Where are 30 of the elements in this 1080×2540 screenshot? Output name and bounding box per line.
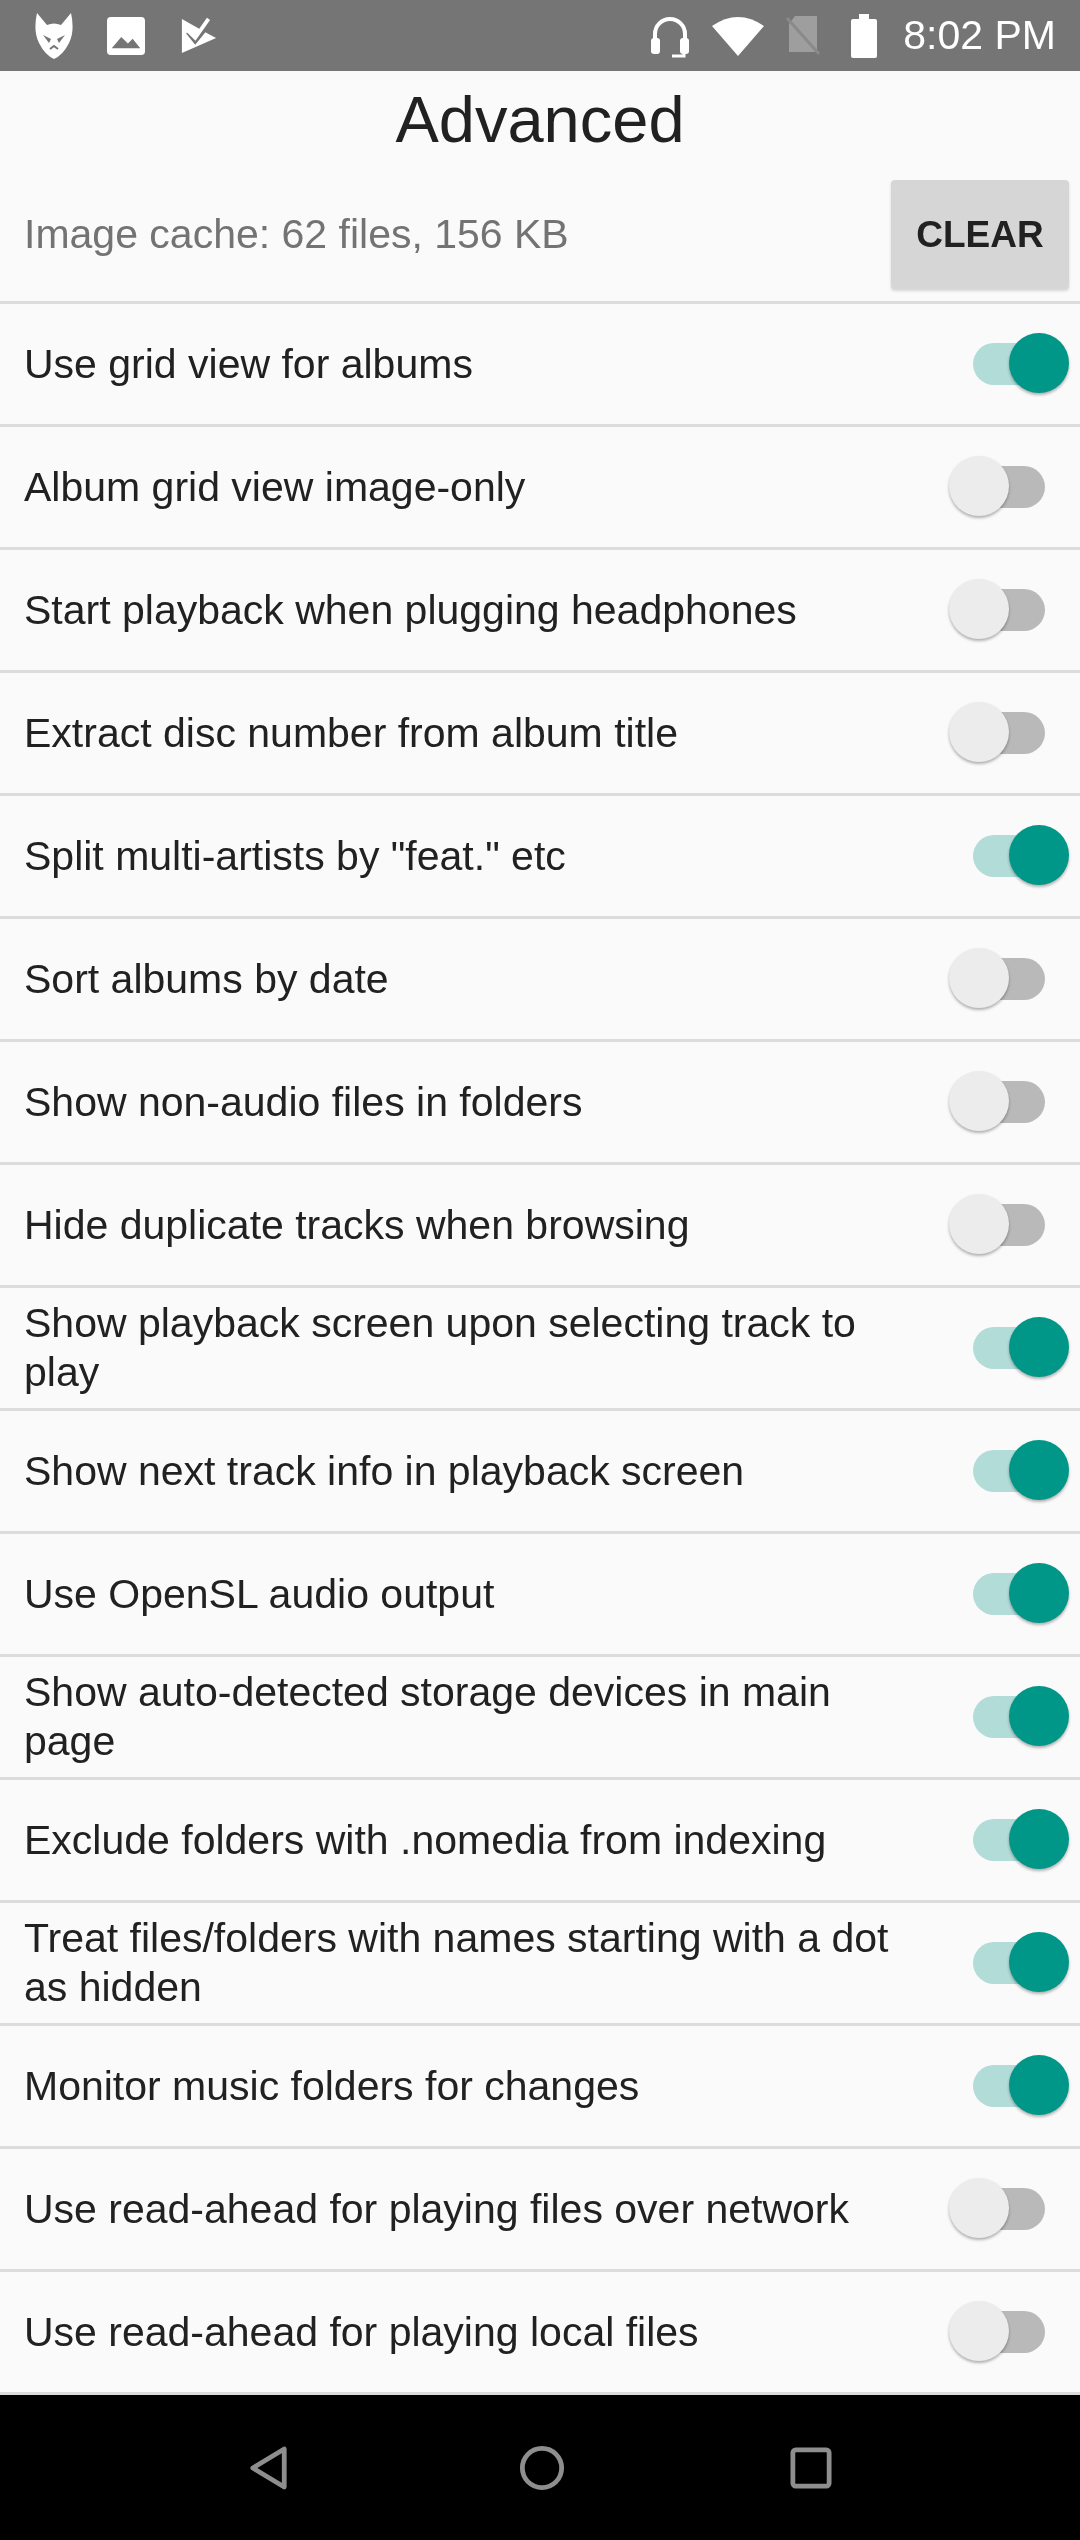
setting-label: Split multi-artists by "feat." etc xyxy=(24,831,567,881)
setting-label: Use OpenSL audio output xyxy=(24,1569,496,1619)
cat-head-icon xyxy=(35,12,73,59)
setting-label: Start playback when plugging headphones xyxy=(24,585,798,635)
battery-icon xyxy=(851,13,878,58)
setting-label: Use grid view for albums xyxy=(24,339,474,389)
recents-icon[interactable] xyxy=(789,2446,832,2489)
clear-button[interactable]: CLEAR xyxy=(891,180,1069,289)
setting-label: Use read-ahead for playing files over network xyxy=(24,2184,850,2234)
setting-label: Show auto-detected storage devices in main page xyxy=(24,1668,832,1766)
clock-time: 8:02 PM xyxy=(903,12,1056,59)
setting-label: Extract disc number from album title xyxy=(24,708,679,758)
setting-label: Treat files/folders with names starting with a dot as hidden xyxy=(24,1914,890,2012)
check-arrow-icon xyxy=(180,16,218,55)
no-sim-icon xyxy=(785,15,822,56)
image-cache-info: Image cache: 62 files, 156 KB xyxy=(24,211,569,258)
setting-label: Album grid view image-only xyxy=(24,462,527,512)
setting-label: Show next track info in playback screen xyxy=(24,1446,746,1496)
page-title: Advanced xyxy=(395,82,685,157)
home-icon[interactable] xyxy=(518,2444,565,2491)
setting-label: Hide duplicate tracks when browsing xyxy=(24,1200,691,1250)
setting-label: Show playback screen upon selecting track to play xyxy=(24,1299,857,1397)
wifi-icon xyxy=(712,15,765,56)
setting-label: Exclude folders with .nomedia from indexing xyxy=(24,1815,828,1865)
setting-label: Show non-audio files in folders xyxy=(24,1077,584,1127)
setting-label: Monitor music folders for changes xyxy=(24,2061,641,2111)
setting-label: Sort albums by date xyxy=(24,954,390,1004)
setting-label: Use read-ahead for playing local files xyxy=(24,2307,700,2357)
back-icon[interactable] xyxy=(248,2444,289,2491)
image-icon xyxy=(106,16,146,55)
